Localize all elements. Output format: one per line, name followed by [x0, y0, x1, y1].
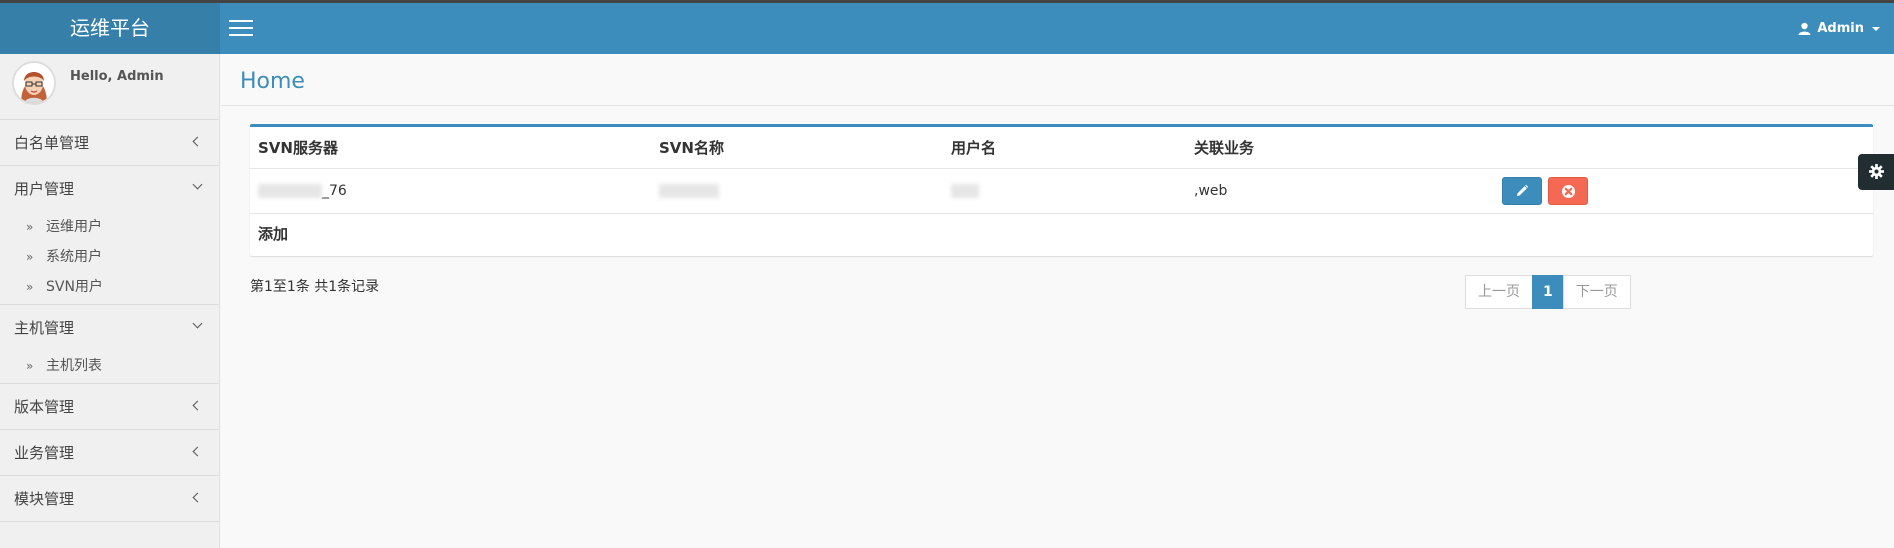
menu-icon-bar [229, 34, 253, 36]
greeting-text: Hello, Admin [70, 69, 164, 84]
brand-logo[interactable]: 运维平台 [0, 3, 220, 54]
sidebar-subitem-label: SVN用户 [46, 279, 103, 295]
cell-svn-server: _76 [250, 168, 651, 214]
double-chevron-right-icon: » [26, 220, 34, 234]
chevron-down-icon [192, 318, 203, 329]
user-icon [1798, 22, 1811, 35]
pagination: 上一页 1 下一页 [1465, 275, 1631, 309]
gear-icon [1869, 164, 1884, 179]
sidebar-item-label: 主机管理 [14, 319, 75, 337]
sidebar-item-label: 白名单管理 [14, 134, 90, 152]
user-menu-dropdown[interactable]: Admin [1798, 3, 1880, 54]
user-menu-label: Admin [1817, 21, 1864, 36]
column-header-actions [1494, 127, 1873, 169]
sidebar-toggle-button[interactable] [229, 20, 253, 38]
column-header-business: 关联业务 [1186, 127, 1494, 169]
redacted-text [951, 183, 979, 198]
sidebar-subitem-label: 主机列表 [46, 358, 102, 374]
sidebar-subitem-system-users[interactable]: » 系统用户 [0, 242, 219, 272]
svn-user-table: SVN服务器 SVN名称 用户名 关联业务 _76 ,web [250, 127, 1873, 214]
sidebar-subitem-ops-users[interactable]: » 运维用户 [0, 212, 219, 242]
sidebar-item-label: 版本管理 [14, 398, 75, 416]
add-link[interactable]: 添加 [250, 214, 1873, 254]
column-header-username: 用户名 [943, 127, 1186, 169]
pagination-info: 第1至1条 共1条记录 [250, 279, 380, 295]
edit-button[interactable] [1502, 176, 1542, 205]
sidebar-item-business-management[interactable]: 业务管理 [0, 430, 219, 476]
sidebar-item-user-management[interactable]: 用户管理 [0, 166, 219, 212]
redacted-text [258, 183, 322, 198]
top-navbar: 运维平台 Admin [0, 3, 1894, 54]
chevron-left-icon [192, 446, 203, 457]
sidebar-subitem-label: 系统用户 [46, 249, 102, 265]
double-chevron-right-icon: » [26, 250, 34, 264]
chevron-down-icon [192, 179, 203, 190]
sidebar-item-label: 模块管理 [14, 490, 75, 508]
table-header-row: SVN服务器 SVN名称 用户名 关联业务 [250, 127, 1873, 169]
times-circle-icon [1562, 184, 1576, 198]
chevron-left-icon [192, 136, 203, 147]
double-chevron-right-icon: » [26, 359, 34, 373]
redacted-text [659, 183, 719, 198]
chevron-left-icon [192, 400, 203, 411]
menu-icon [229, 20, 253, 22]
submenu-host-management: » 主机列表 [0, 351, 219, 384]
cell-business: ,web [1186, 168, 1494, 214]
sidebar-subitem-svn-users[interactable]: » SVN用户 [0, 272, 219, 302]
submenu-user-management: » 运维用户 » 系统用户 » SVN用户 [0, 212, 219, 305]
avatar [12, 61, 56, 105]
svn-user-table-box: SVN服务器 SVN名称 用户名 关联业务 _76 ,web 添加 [250, 124, 1873, 256]
cell-actions [1494, 168, 1873, 214]
page-1-button[interactable]: 1 [1532, 275, 1564, 309]
column-header-svn-server: SVN服务器 [250, 127, 651, 169]
pencil-icon [1517, 184, 1529, 196]
sidebar-item-module-management[interactable]: 模块管理 [0, 476, 219, 522]
double-chevron-right-icon: » [26, 280, 34, 294]
svn-server-value: _76 [322, 182, 347, 199]
content-header: Home [221, 54, 1894, 106]
table-row: _76 ,web [250, 168, 1873, 214]
cell-username [943, 168, 1186, 214]
sidebar-item-whitelist[interactable]: 白名单管理 [0, 120, 219, 166]
cell-svn-name [651, 168, 943, 214]
sidebar-item-version-management[interactable]: 版本管理 [0, 384, 219, 430]
delete-button[interactable] [1548, 176, 1589, 205]
sidebar-subitem-host-list[interactable]: » 主机列表 [0, 351, 219, 381]
main-content: Home SVN服务器 SVN名称 用户名 关联业务 _76 ,web 添加 第… [221, 54, 1894, 548]
caret-down-icon [1872, 26, 1880, 31]
prev-page-button[interactable]: 上一页 [1465, 275, 1533, 309]
sidebar-item-label: 用户管理 [14, 180, 75, 198]
user-panel: Hello, Admin [0, 54, 219, 120]
sidebar: Hello, Admin 白名单管理 用户管理 » 运维用户 » 系统用户 » SVN… [0, 54, 220, 548]
next-page-button[interactable]: 下一页 [1562, 275, 1631, 309]
sidebar-item-label: 业务管理 [14, 444, 75, 462]
settings-toggle-button[interactable] [1858, 154, 1894, 190]
column-header-svn-name: SVN名称 [651, 127, 943, 169]
menu-icon-bar [229, 27, 253, 29]
page-title: Home [240, 69, 305, 94]
sidebar-item-host-management[interactable]: 主机管理 [0, 305, 219, 351]
sidebar-subitem-label: 运维用户 [46, 219, 102, 235]
chevron-left-icon [192, 492, 203, 503]
